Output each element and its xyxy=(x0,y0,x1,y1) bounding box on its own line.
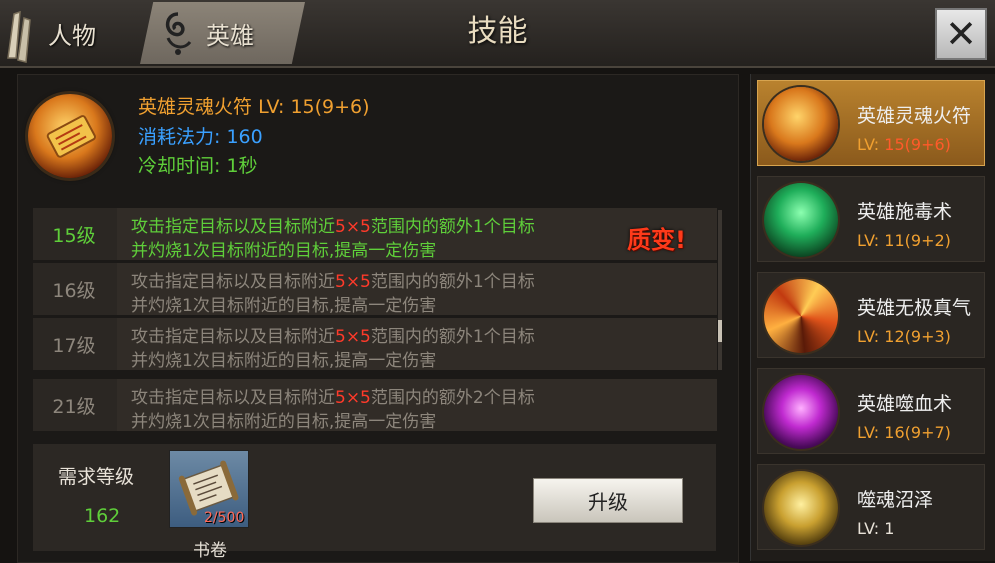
scrollbar-thumb[interactable] xyxy=(718,320,722,342)
desc-highlight: 5×5 xyxy=(335,217,371,237)
description-line-1: 攻击指定目标以及目标附近5×5范围内的额外1个目标 xyxy=(131,322,535,347)
skill-name: 英雄灵魂火符 xyxy=(138,96,253,118)
level-prefix: LV: xyxy=(857,327,885,346)
description-line-2: 并灼烧1次目标附近的目标,提高一定伤害 xyxy=(131,241,437,261)
level-value: 1 xyxy=(884,519,895,538)
desc-text: 范围内的额外1个目标 xyxy=(370,272,535,292)
skill-item-wuji[interactable]: 英雄无极真气 LV: 12(9+3) xyxy=(757,272,985,358)
description-line-2: 并灼烧1次目标附近的目标,提高一定伤害 xyxy=(131,351,437,371)
required-level-value: 162 xyxy=(84,505,121,527)
level-description: 攻击指定目标以及目标附近5×5范围内的额外1个目标 并灼烧1次目标附近的目标,提… xyxy=(117,318,717,371)
level-label: 16级 xyxy=(52,279,96,302)
level-label: 15级 xyxy=(52,224,96,247)
skill-item-soul-talisman[interactable]: 英雄灵魂火符 LV: 15(9+6) xyxy=(757,80,985,166)
level-list[interactable]: 15级 攻击指定目标以及目标附近5×5范围内的额外1个目标 并灼烧1次目标附近的… xyxy=(33,208,723,373)
tab-people[interactable]: 人物 xyxy=(0,2,150,64)
cooldown-label: 冷却时间: xyxy=(138,155,227,177)
level-prefix: LV: xyxy=(857,231,885,250)
skill-item-name: 英雄灵魂火符 xyxy=(857,105,972,127)
poison-skull-icon xyxy=(764,183,838,257)
scrollbar-track[interactable] xyxy=(718,210,722,370)
level-label: 17级 xyxy=(52,334,96,357)
desc-text: 范围内的额外1个目标 xyxy=(370,217,535,237)
skill-item-level: LV: 11(9+2) xyxy=(857,231,951,250)
upgrade-button[interactable]: 升级 xyxy=(533,478,683,523)
level-description: 攻击指定目标以及目标附近5×5范围内的额外1个目标 并灼烧1次目标附近的目标,提… xyxy=(117,263,717,316)
tab-hero[interactable]: 英雄 xyxy=(140,2,305,64)
desc-text: 攻击指定目标以及目标附近 xyxy=(131,217,335,237)
desc-text: 攻击指定目标以及目标附近 xyxy=(131,272,335,292)
desc-highlight: 5×5 xyxy=(335,327,371,347)
description-line-1: 攻击指定目标以及目标附近5×5范围内的额外1个目标 xyxy=(131,212,535,237)
level-value: 12(9+3) xyxy=(884,327,951,346)
fire-talisman-icon xyxy=(28,94,112,178)
skill-item-level: LV: 16(9+7) xyxy=(857,423,951,442)
skill-item-name: 噬魂沼泽 xyxy=(857,489,934,511)
description-line-1: 攻击指定目标以及目标附近5×5范围内的额外1个目标 xyxy=(131,267,535,292)
level-row-21: 21级 攻击指定目标以及目标附近5×5范围内的额外2个目标 并灼烧1次目标附近的… xyxy=(33,379,717,432)
level-prefix: LV: xyxy=(857,423,885,442)
skill-item-name: 英雄施毒术 xyxy=(857,201,953,223)
desc-text: 范围内的额外2个目标 xyxy=(370,388,535,408)
soul-swamp-icon xyxy=(764,471,838,545)
required-level-label: 需求等级 xyxy=(58,466,135,488)
book-count: 2/500 xyxy=(204,510,245,526)
level-description: 攻击指定目标以及目标附近5×5范围内的额外2个目标 并灼烧1次目标附近的目标,提… xyxy=(117,379,717,432)
tab-people-label: 人物 xyxy=(48,21,96,50)
description-line-1: 攻击指定目标以及目标附近5×5范围内的额外2个目标 xyxy=(131,383,535,408)
skill-level-label: LV: xyxy=(258,96,291,118)
desc-text: 范围内的额外1个目标 xyxy=(370,327,535,347)
description-line-2: 并灼烧1次目标附近的目标,提高一定伤害 xyxy=(131,296,437,316)
level-row-15: 15级 攻击指定目标以及目标附近5×5范围内的额外1个目标 并灼烧1次目标附近的… xyxy=(33,208,717,261)
close-button[interactable]: ✕ xyxy=(935,8,987,60)
level-label: 21级 xyxy=(52,395,96,418)
skill-item-level: LV: 1 xyxy=(857,519,894,538)
mana-cost-value: 160 xyxy=(226,126,263,148)
fire-talisman-icon xyxy=(764,87,838,161)
book-label: 书卷 xyxy=(193,541,227,561)
skill-item-poison[interactable]: 英雄施毒术 LV: 11(9+2) xyxy=(757,176,985,262)
close-icon: ✕ xyxy=(945,12,977,56)
level-value: 11(9+2) xyxy=(884,231,951,250)
level-value: 16(9+7) xyxy=(884,423,951,442)
level-row-16: 16级 攻击指定目标以及目标附近5×5范围内的额外1个目标 并灼烧1次目标附近的… xyxy=(33,263,717,316)
level-row-17: 17级 攻击指定目标以及目标附近5×5范围内的额外1个目标 并灼烧1次目标附近的… xyxy=(33,318,717,371)
skill-item-level: LV: 12(9+3) xyxy=(857,327,951,346)
scroll-emblem-icon xyxy=(0,8,40,63)
level-prefix: LV: xyxy=(857,519,885,538)
skill-item-name: 英雄无极真气 xyxy=(857,297,972,319)
hero-emblem-icon xyxy=(158,8,198,58)
mana-cost: 消耗法力: 160 xyxy=(138,122,263,149)
desc-text: 攻击指定目标以及目标附近 xyxy=(131,388,335,408)
mutation-badge: 质变! xyxy=(627,226,686,254)
fire-swirl-icon xyxy=(764,279,838,353)
desc-highlight: 5×5 xyxy=(335,272,371,292)
skill-level-value: 15(9+6) xyxy=(290,96,370,118)
skill-item-blood[interactable]: 英雄噬血术 LV: 16(9+7) xyxy=(757,368,985,454)
skill-item-name: 英雄噬血术 xyxy=(857,393,953,415)
desc-highlight: 5×5 xyxy=(335,388,371,408)
cooldown-value: 1秒 xyxy=(226,155,258,177)
level-value: 15(9+6) xyxy=(884,135,951,154)
cooldown: 冷却时间: 1秒 xyxy=(138,151,258,178)
blood-demon-icon xyxy=(764,375,838,449)
level-prefix: LV: xyxy=(857,135,885,154)
skill-item-soul-swamp[interactable]: 噬魂沼泽 LV: 1 xyxy=(757,464,985,550)
description-line-2: 并灼烧1次目标附近的目标,提高一定伤害 xyxy=(131,412,437,432)
desc-text: 攻击指定目标以及目标附近 xyxy=(131,327,335,347)
skill-item-level: LV: 15(9+6) xyxy=(857,135,951,154)
tab-hero-label: 英雄 xyxy=(206,21,254,50)
skill-name-level: 英雄灵魂火符 LV: 15(9+6) xyxy=(138,92,370,119)
mana-cost-label: 消耗法力: xyxy=(138,126,227,148)
